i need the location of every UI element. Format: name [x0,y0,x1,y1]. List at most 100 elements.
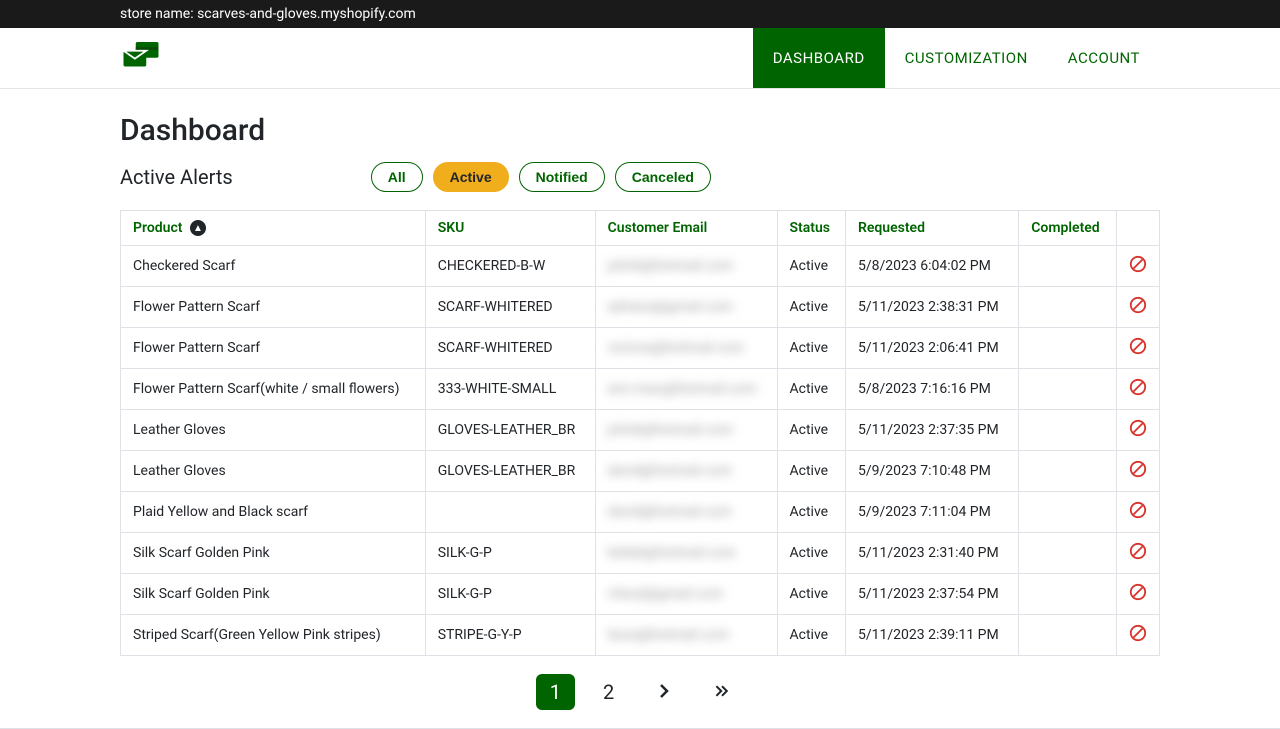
cell-requested: 5/11/2023 2:31:40 PM [845,533,1018,574]
main-nav: DASHBOARD CUSTOMIZATION ACCOUNT [753,28,1160,88]
nav-account[interactable]: ACCOUNT [1048,28,1160,88]
cell-email: laura@hotmail.com [595,615,777,656]
filter-notified[interactable]: Notified [519,162,605,192]
page-2[interactable]: 2 [589,674,628,710]
table-row: Leather GlovesGLOVES-LEATHER_BRdavid@hot… [121,451,1160,492]
cell-requested: 5/9/2023 7:11:04 PM [845,492,1018,533]
cell-product: Checkered Scarf [121,246,426,287]
cell-sku [425,492,595,533]
cell-product: Leather Gloves [121,451,426,492]
cell-action [1117,533,1160,574]
filter-pills: All Active Notified Canceled [371,162,711,192]
cell-email: adriana@gmail.com [595,287,777,328]
col-requested[interactable]: Requested [845,211,1018,246]
filter-active[interactable]: Active [433,162,509,192]
cell-requested: 5/11/2023 2:37:35 PM [845,410,1018,451]
store-name-label: store name: scarves-and-gloves.myshopify… [120,6,416,22]
app-logo [120,38,162,78]
cell-email: johnb@hotmail.com [595,410,777,451]
page-1[interactable]: 1 [536,674,575,710]
cell-sku: GLOVES-LEATHER_BR [425,451,595,492]
cell-completed [1019,287,1117,328]
col-product-label: Product [133,220,182,236]
cancel-icon[interactable] [1129,296,1147,314]
cancel-icon[interactable] [1129,501,1147,519]
cell-completed [1019,246,1117,287]
cell-email: david@hotmail.com [595,492,777,533]
table-row: Flower Pattern Scarf(white / small flowe… [121,369,1160,410]
cell-requested: 5/11/2023 2:06:41 PM [845,328,1018,369]
cell-product: Striped Scarf(Green Yellow Pink stripes) [121,615,426,656]
cell-action [1117,246,1160,287]
cell-completed [1019,574,1117,615]
cell-action [1117,615,1160,656]
cell-status: Active [777,246,845,287]
col-product[interactable]: Product ▲ [121,211,426,246]
cell-requested: 5/11/2023 2:39:11 PM [845,615,1018,656]
cancel-icon[interactable] [1129,255,1147,273]
table-row: Flower Pattern ScarfSCARF-WHITEREDadrian… [121,287,1160,328]
cell-sku: STRIPE-G-Y-P [425,615,595,656]
cell-email: bellab@hotmail.com [595,533,777,574]
cell-action [1117,287,1160,328]
cell-requested: 5/8/2023 6:04:02 PM [845,246,1018,287]
table-row: Striped Scarf(Green Yellow Pink stripes)… [121,615,1160,656]
cell-product: Flower Pattern Scarf [121,328,426,369]
cell-action [1117,451,1160,492]
cell-product: Leather Gloves [121,410,426,451]
table-row: Silk Scarf Golden PinkSILK-G-Pcheryl@gma… [121,574,1160,615]
col-sku[interactable]: SKU [425,211,595,246]
filter-all[interactable]: All [371,162,423,192]
cell-status: Active [777,287,845,328]
nav-dashboard[interactable]: DASHBOARD [753,28,885,88]
filter-canceled[interactable]: Canceled [615,162,711,192]
cell-completed [1019,410,1117,451]
cell-status: Active [777,410,845,451]
cancel-icon[interactable] [1129,337,1147,355]
cell-action [1117,328,1160,369]
cell-sku: GLOVES-LEATHER_BR [425,410,595,451]
cell-product: Plaid Yellow and Black scarf [121,492,426,533]
page-next[interactable] [642,674,686,710]
chevron-right-icon [656,683,672,699]
alerts-table: Product ▲ SKU Customer Email Status Requ… [120,210,1160,656]
table-row: Flower Pattern ScarfSCARF-WHITEREDvictor… [121,328,1160,369]
cell-status: Active [777,533,845,574]
cell-completed [1019,492,1117,533]
cell-action [1117,410,1160,451]
col-status[interactable]: Status [777,211,845,246]
cancel-icon[interactable] [1129,378,1147,396]
cell-requested: 5/9/2023 7:10:48 PM [845,451,1018,492]
table-row: Plaid Yellow and Black scarf david@hotmai… [121,492,1160,533]
cell-status: Active [777,615,845,656]
cell-sku: SILK-G-P [425,533,595,574]
cell-status: Active [777,328,845,369]
cell-product: Silk Scarf Golden Pink [121,533,426,574]
sort-up-icon: ▲ [190,220,206,236]
cell-completed [1019,615,1117,656]
cancel-icon[interactable] [1129,419,1147,437]
page-title: Dashboard [120,113,1160,148]
cell-status: Active [777,451,845,492]
cancel-icon[interactable] [1129,542,1147,560]
table-row: Checkered ScarfCHECKERED-B-Wjohnb@hotmai… [121,246,1160,287]
col-email[interactable]: Customer Email [595,211,777,246]
nav-customization[interactable]: CUSTOMIZATION [885,28,1048,88]
cell-completed [1019,451,1117,492]
cell-sku: SCARF-WHITERED [425,287,595,328]
page-subtitle: Active Alerts [120,165,233,189]
cancel-icon[interactable] [1129,460,1147,478]
col-action [1117,211,1160,246]
cell-email: victoria@hotmail.com [595,328,777,369]
cell-action [1117,574,1160,615]
cancel-icon[interactable] [1129,624,1147,642]
cancel-icon[interactable] [1129,583,1147,601]
cell-status: Active [777,574,845,615]
cell-email: david@hotmail.com [595,451,777,492]
col-completed[interactable]: Completed [1019,211,1117,246]
cell-completed [1019,369,1117,410]
cell-action [1117,492,1160,533]
cell-action [1117,369,1160,410]
cell-completed [1019,328,1117,369]
page-last[interactable] [700,674,744,710]
